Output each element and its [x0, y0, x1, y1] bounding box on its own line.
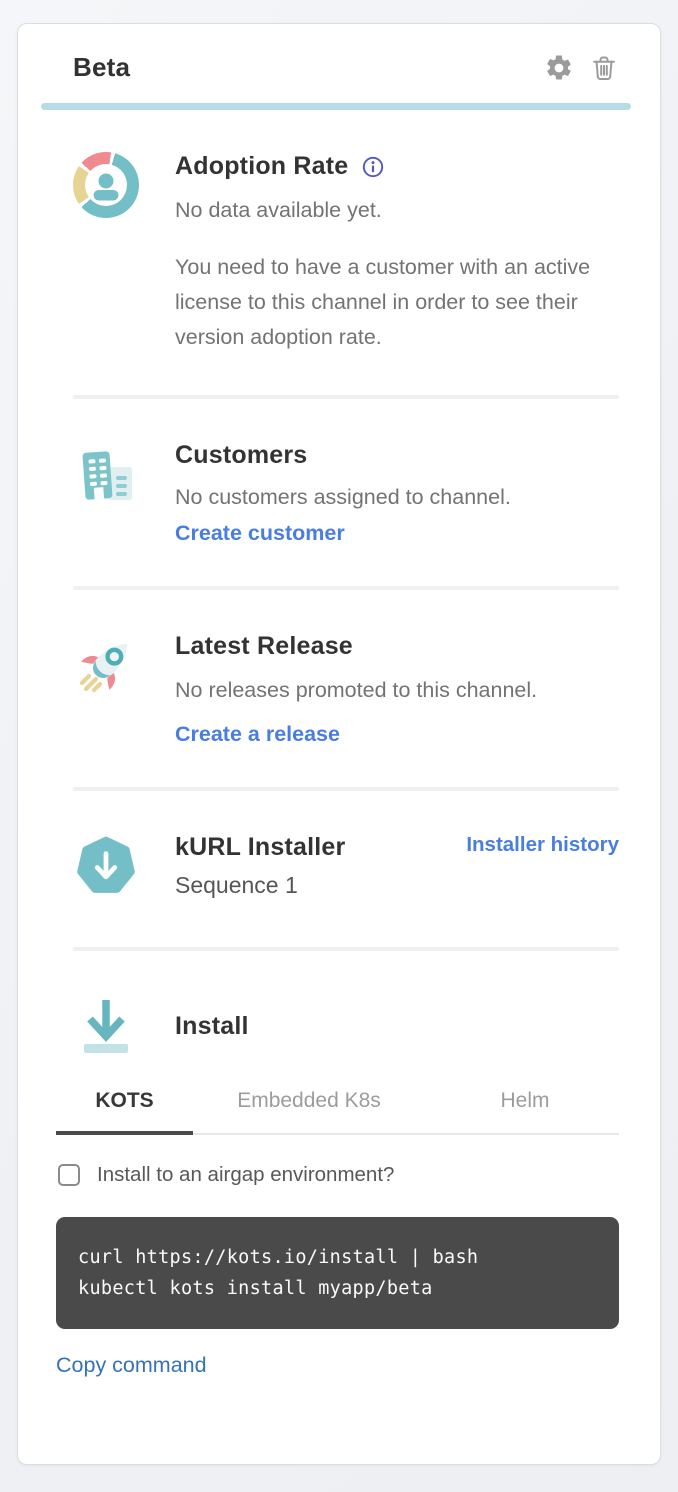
install-tabs: KOTS Embedded K8s Helm [56, 1075, 619, 1135]
tab-embedded-k8s[interactable]: Embedded K8s [193, 1075, 425, 1135]
customers-building-icon [73, 441, 139, 507]
installer-history-link[interactable]: Installer history [466, 833, 619, 857]
kurl-installer-section: kURL Installer Installer history Sequenc… [56, 791, 619, 947]
airgap-label: Install to an airgap environment? [97, 1163, 394, 1187]
installer-sequence: Sequence 1 [175, 872, 619, 899]
command-line-2: kubectl kots install myapp/beta [78, 1278, 433, 1299]
adoption-empty-text: No data available yet. [175, 193, 619, 228]
gear-icon[interactable] [544, 53, 574, 83]
channel-card: Beta [17, 23, 661, 1465]
adoption-rate-section: Adoption Rate No data available yet. You… [56, 110, 619, 395]
install-command-block: curl https://kots.io/install | bash kube… [56, 1217, 619, 1329]
tab-kots[interactable]: KOTS [56, 1075, 193, 1135]
card-header: Beta [56, 52, 619, 83]
airgap-checkbox[interactable] [58, 1164, 80, 1186]
latest-release-section: Latest Release No releases promoted to t… [56, 590, 619, 787]
trash-icon[interactable] [589, 53, 619, 83]
create-release-link[interactable]: Create a release [175, 722, 340, 747]
adoption-rate-donut-icon [73, 152, 139, 218]
customers-empty-text: No customers assigned to channel. [175, 480, 511, 515]
install-section: Install [56, 951, 619, 1073]
rocket-icon [73, 632, 139, 698]
adoption-hint-text: You need to have a customer with an acti… [175, 250, 619, 355]
channel-title: Beta [73, 52, 130, 83]
channel-accent-bar [41, 103, 631, 110]
kurl-installer-icon [73, 833, 139, 899]
install-title: Install [175, 1012, 249, 1041]
adoption-rate-title: Adoption Rate [175, 152, 348, 181]
customers-title: Customers [175, 441, 511, 470]
kurl-installer-title: kURL Installer [175, 833, 345, 862]
latest-release-title: Latest Release [175, 632, 537, 661]
create-customer-link[interactable]: Create customer [175, 521, 345, 546]
customers-section: Customers No customers assigned to chann… [56, 399, 619, 586]
airgap-row: Install to an airgap environment? [56, 1163, 619, 1187]
copy-command-link[interactable]: Copy command [56, 1353, 207, 1378]
tab-helm[interactable]: Helm [425, 1075, 625, 1135]
info-icon[interactable] [361, 155, 385, 179]
command-line-1: curl https://kots.io/install | bash [78, 1247, 478, 1268]
download-icon [73, 993, 139, 1059]
release-empty-text: No releases promoted to this channel. [175, 673, 537, 708]
